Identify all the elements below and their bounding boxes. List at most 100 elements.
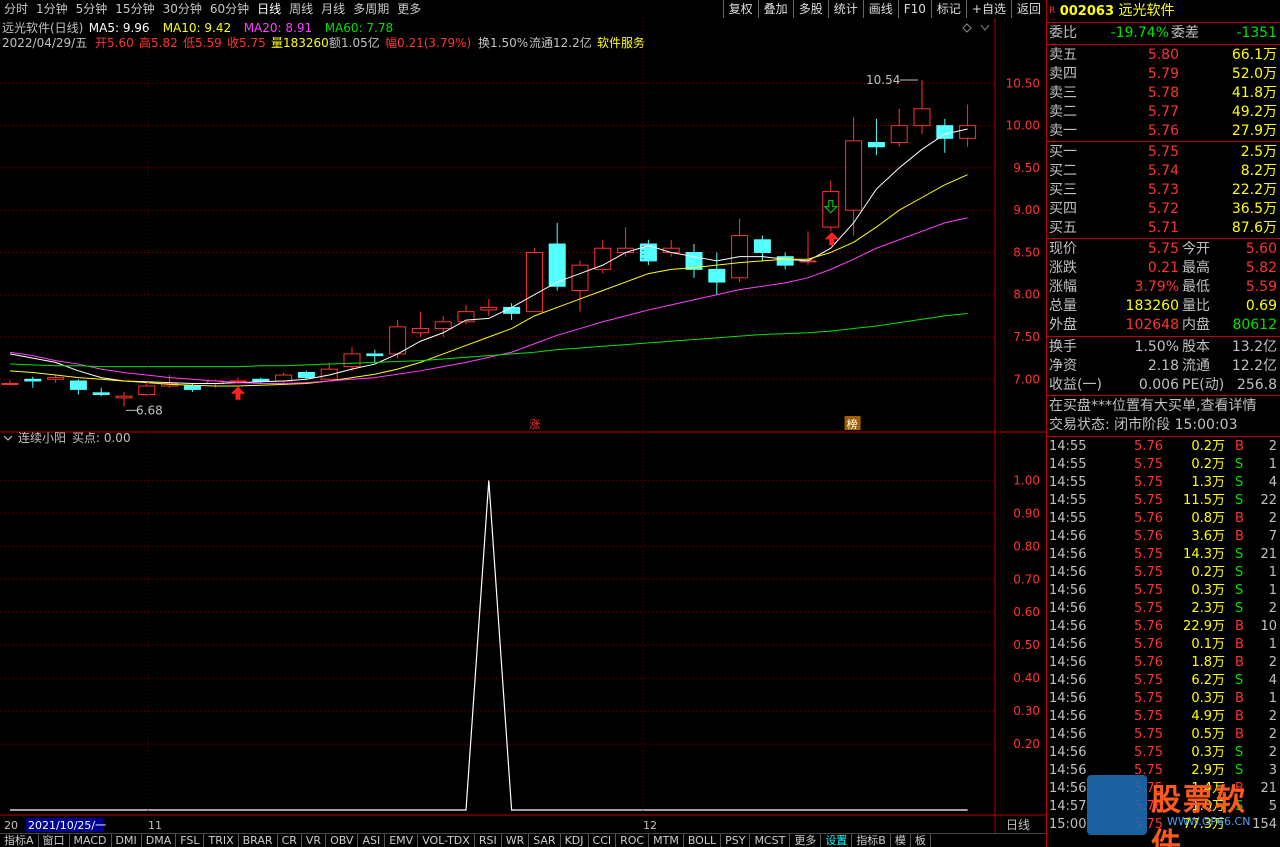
candle-body[interactable] — [434, 321, 452, 330]
ask-row[interactable]: 卖四 5.79 52.0万 — [1049, 65, 1279, 84]
period-9[interactable]: 多周期 — [349, 0, 393, 18]
chart-area[interactable]: 10.50 10.00 9.50 9.00 8.50 8.00 7.50 7.00 远光软件(日… — [0, 18, 1046, 833]
candle-body[interactable] — [47, 377, 65, 380]
candle-body[interactable] — [845, 140, 863, 211]
tab-21[interactable]: BOLL — [684, 834, 722, 847]
candle-body[interactable] — [320, 368, 338, 380]
period-2[interactable]: 5分钟 — [72, 0, 112, 18]
candle-body[interactable] — [69, 380, 87, 390]
candle-body[interactable] — [411, 328, 429, 334]
tab-8[interactable]: CR — [278, 834, 302, 847]
tab-19[interactable]: ROC — [616, 834, 650, 847]
diamond-icon[interactable] — [962, 23, 972, 33]
candle-body[interactable] — [183, 385, 201, 390]
stock-name[interactable]: 远光软件 — [1118, 3, 1174, 19]
bid-row[interactable]: 买三 5.73 22.2万 — [1049, 181, 1279, 200]
candle-body[interactable] — [867, 142, 885, 148]
tab-23[interactable]: MCST — [750, 834, 791, 847]
period-7[interactable]: 周线 — [285, 0, 317, 18]
y-tick-label: 0.80 — [1013, 539, 1040, 553]
tab-3[interactable]: DMI — [112, 834, 142, 847]
candle-body[interactable] — [480, 306, 498, 311]
tab-28[interactable]: 板 — [911, 834, 931, 847]
candle-body[interactable] — [297, 372, 315, 379]
bid-row[interactable]: 买一 5.75 2.5万 — [1049, 143, 1279, 162]
candle-body[interactable] — [959, 125, 977, 139]
period-4[interactable]: 30分钟 — [159, 0, 206, 18]
tab-26[interactable]: 指标B — [852, 834, 891, 847]
period-6[interactable]: 日线 — [253, 0, 285, 18]
period-10[interactable]: 更多 — [393, 0, 425, 18]
ask-row[interactable]: 卖五 5.80 66.1万 — [1049, 46, 1279, 65]
tab-18[interactable]: CCI — [589, 834, 617, 847]
candle-body[interactable] — [525, 251, 543, 313]
candle-body[interactable] — [389, 326, 407, 355]
toolbar-btn-5[interactable]: F10 — [897, 0, 931, 18]
tab-10[interactable]: OBV — [326, 834, 359, 847]
toolbar-btn-0[interactable]: 复权 — [722, 0, 758, 18]
ask-row[interactable]: 卖三 5.78 41.8万 — [1049, 84, 1279, 103]
period-1[interactable]: 1分钟 — [32, 0, 72, 18]
candle-body[interactable] — [343, 353, 361, 368]
tab-24[interactable]: 更多 — [790, 834, 822, 847]
candle-body[interactable] — [252, 378, 270, 382]
tab-2[interactable]: MACD — [70, 834, 112, 847]
toolbar-btn-8[interactable]: 返回 — [1010, 0, 1046, 18]
candle-body[interactable] — [890, 125, 908, 144]
tab-4[interactable]: DMA — [142, 834, 177, 847]
candle-body[interactable] — [936, 125, 954, 139]
period-3[interactable]: 15分钟 — [111, 0, 158, 18]
ask-row[interactable]: 卖一 5.76 27.9万 — [1049, 122, 1279, 141]
tab-27[interactable]: 模 — [891, 834, 911, 847]
candle-body[interactable] — [366, 353, 384, 357]
bid-row[interactable]: 买五 5.71 87.6万 — [1049, 219, 1279, 238]
indicator-dropdown-icon[interactable] — [3, 435, 13, 441]
candle-body[interactable] — [753, 239, 771, 253]
tab-7[interactable]: BRAR — [239, 834, 278, 847]
tab-20[interactable]: MTM — [649, 834, 684, 847]
candle-body[interactable] — [594, 247, 612, 270]
candle-body[interactable] — [1, 383, 19, 385]
tab-0[interactable]: 指标A — [0, 834, 39, 847]
candle-body[interactable] — [913, 108, 931, 127]
candle-body[interactable] — [822, 191, 840, 228]
chevron-down-icon[interactable] — [980, 24, 990, 31]
candle-body[interactable] — [708, 268, 726, 283]
candle-body[interactable] — [24, 378, 42, 382]
period-5[interactable]: 60分钟 — [206, 0, 253, 18]
tick-side: B — [1235, 619, 1244, 634]
toolbar-btn-3[interactable]: 统计 — [827, 0, 863, 18]
toolbar-btn-7[interactable]: +自选 — [965, 0, 1011, 18]
candle-body[interactable] — [571, 264, 589, 292]
candle-body[interactable] — [776, 256, 794, 266]
toolbar-btn-2[interactable]: 多股 — [792, 0, 828, 18]
tab-6[interactable]: TRIX — [204, 834, 239, 847]
toolbar-btn-6[interactable]: 标记 — [930, 0, 966, 18]
bid-row[interactable]: 买四 5.72 36.5万 — [1049, 200, 1279, 219]
tab-9[interactable]: VR — [302, 834, 327, 847]
tab-17[interactable]: KDJ — [561, 834, 589, 847]
tab-16[interactable]: SAR — [529, 834, 561, 847]
candle-body[interactable] — [138, 385, 156, 395]
tab-14[interactable]: RSI — [475, 834, 502, 847]
tab-5[interactable]: FSL — [176, 834, 205, 847]
tab-12[interactable]: EMV — [385, 834, 419, 847]
tab-25[interactable]: 设置 — [821, 834, 853, 847]
toolbar-btn-1[interactable]: 叠加 — [757, 0, 793, 18]
candle-body[interactable] — [92, 392, 110, 395]
kline-chart[interactable]: 10.50 10.00 9.50 9.00 8.50 8.00 7.50 7.00 远光软件(日… — [0, 18, 1046, 833]
ask-row[interactable]: 卖二 5.77 49.2万 — [1049, 103, 1279, 122]
notice-row[interactable]: 在买盘***位置有大买单,查看详情 — [1049, 397, 1279, 416]
tick-time: 14:56 — [1049, 547, 1087, 562]
period-8[interactable]: 月线 — [317, 0, 349, 18]
toolbar-btn-4[interactable]: 画线 — [862, 0, 898, 18]
bid-row[interactable]: 买二 5.74 8.2万 — [1049, 162, 1279, 181]
tab-1[interactable]: 窗口 — [39, 834, 70, 847]
tab-11[interactable]: ASI — [358, 834, 386, 847]
candle-body[interactable] — [115, 395, 133, 399]
tab-22[interactable]: PSY — [721, 834, 751, 847]
y-tick-label: 7.00 — [1013, 372, 1040, 386]
tab-13[interactable]: VOL-TDX — [418, 834, 475, 847]
period-0[interactable]: 分时 — [0, 0, 32, 18]
tab-15[interactable]: WR — [502, 834, 530, 847]
